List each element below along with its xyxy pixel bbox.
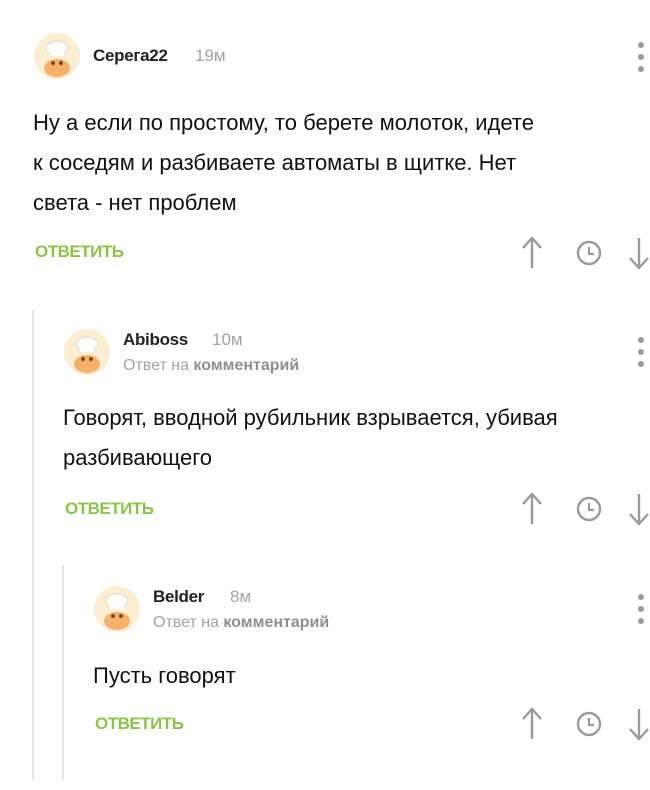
reply-button[interactable]: ОТВЕТИТЬ (95, 714, 184, 734)
avatar[interactable] (93, 585, 141, 633)
reply-to-prefix: Ответ на (153, 614, 219, 631)
reply-to-info: Ответ на комментарий (153, 614, 329, 632)
reply-to-link[interactable]: комментарий (223, 614, 329, 631)
comment-author[interactable]: Belder (153, 587, 204, 607)
comment-time: 8м (230, 587, 252, 606)
arrow-down-icon[interactable] (628, 706, 650, 742)
clock-icon[interactable] (576, 711, 602, 737)
comment-body: Пусть говорят (93, 663, 236, 688)
more-vertical-icon[interactable] (634, 592, 648, 626)
arrow-up-icon[interactable] (520, 706, 544, 742)
avatar-icon (94, 586, 140, 632)
comment: Belder 8м Ответ на комментарий Пусть гов… (0, 0, 650, 780)
